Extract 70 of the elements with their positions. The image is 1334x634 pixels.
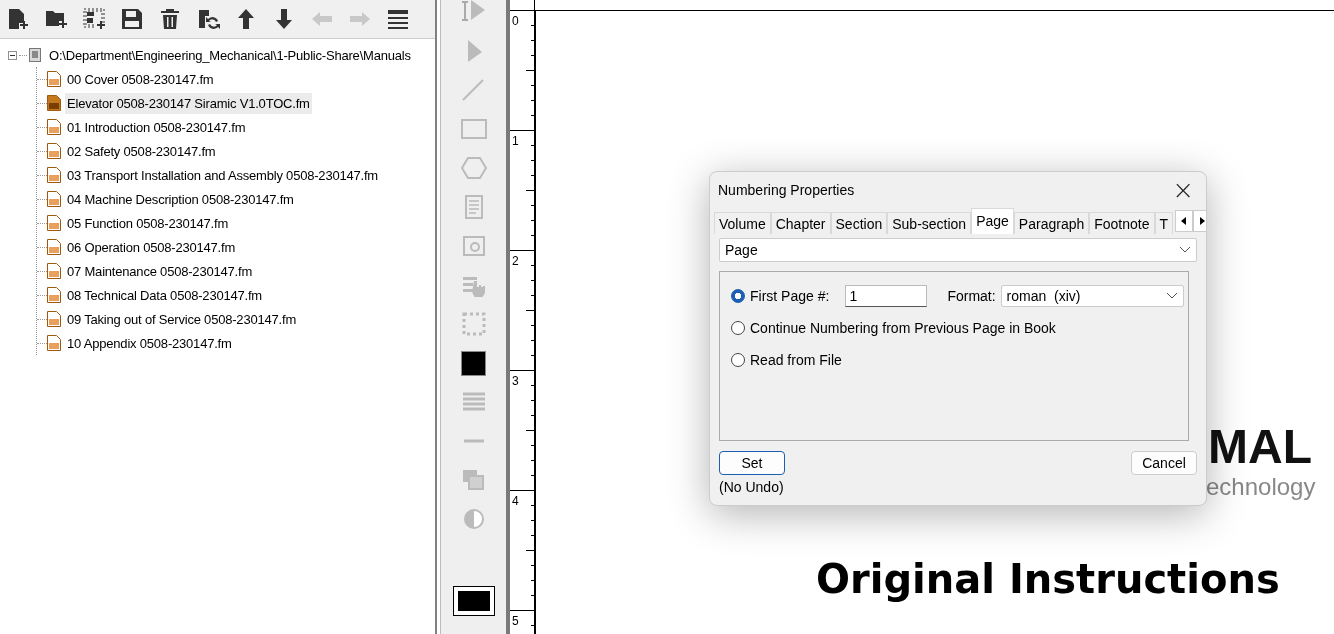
file-item[interactable]: 10 Appendix 0508-230147.fm (65, 332, 234, 354)
file-item[interactable]: 01 Introduction 0508-230147.fm (65, 116, 248, 138)
add-file-icon[interactable] (6, 7, 30, 31)
fill-color-swatch[interactable] (461, 351, 486, 376)
file-icon (47, 215, 61, 231)
ruler-number: 4 (512, 494, 519, 508)
file-item[interactable]: 07 Maintenance 0508-230147.fm (65, 260, 254, 282)
file-icon (47, 71, 61, 87)
option-label[interactable]: Read from File (750, 352, 842, 368)
ruler-number: 2 (512, 254, 519, 268)
trash-icon[interactable] (158, 7, 182, 31)
file-item[interactable]: 09 Taking out of Service 0508-230147.fm (65, 308, 298, 330)
refresh-icon[interactable] (196, 7, 220, 31)
file-icon (47, 287, 61, 303)
file-icon (47, 119, 61, 135)
tab[interactable]: Section (830, 212, 888, 234)
add-selection-icon[interactable] (82, 7, 106, 31)
ruler-number: 1 (512, 134, 519, 148)
file-icon (47, 263, 61, 279)
file-item[interactable]: 02 Safety 0508-230147.fm (65, 140, 218, 162)
logo-text: MAL (1208, 419, 1312, 474)
scroll-right-icon[interactable] (1193, 210, 1206, 232)
ruler-number: 0 (512, 14, 519, 28)
logo-subtext: echnology (1206, 473, 1316, 501)
radio-button[interactable] (731, 321, 745, 335)
cancel-button[interactable]: Cancel (1131, 451, 1197, 475)
file-item[interactable]: 06 Operation 0508-230147.fm (65, 236, 238, 258)
ruler-number: 3 (512, 374, 519, 388)
file-icon (47, 335, 61, 351)
no-undo-note: (No Undo) (719, 479, 785, 495)
book-path[interactable]: O:\Department\Engineering_Mechanical\1-Public-Share\Manuals (47, 44, 413, 66)
file-item[interactable]: 00 Cover 0508-230147.fm (65, 68, 216, 90)
book-icon (29, 48, 41, 62)
chevron-down-icon (1165, 292, 1178, 300)
chevron-down-icon (1179, 246, 1191, 254)
file-item[interactable]: Elevator 0508-230147 Siramic V1.0TOC.fm (65, 92, 312, 114)
tab[interactable]: Paragraph (1013, 212, 1090, 234)
tab[interactable]: Footnote (1089, 212, 1155, 234)
radio-button[interactable] (731, 353, 745, 367)
set-button[interactable]: Set (719, 451, 785, 475)
tab[interactable]: Chapter (770, 212, 831, 234)
first-page-field[interactable]: 1 (845, 285, 928, 307)
ruler-number: 5 (512, 614, 519, 628)
format-label: Format: (947, 288, 996, 304)
file-icon (47, 239, 61, 255)
file-icon (47, 311, 61, 327)
format-dropdown[interactable]: roman (xiv) (1000, 285, 1184, 307)
save-icon[interactable] (120, 7, 144, 31)
tab[interactable]: Sub-section (887, 212, 972, 234)
page-heading: Original Instructions (816, 556, 1280, 602)
tab[interactable]: Page (971, 208, 1014, 234)
file-item[interactable]: 03 Transport Installation and Assembly 0508-230147.fm (65, 164, 380, 186)
dialog-title: Numbering Properties (718, 182, 855, 198)
file-icon (47, 143, 61, 159)
tab[interactable]: Volume (714, 212, 771, 234)
type-dropdown[interactable]: Page (719, 238, 1197, 262)
close-button[interactable]: × (1168, 177, 1198, 203)
file-item[interactable]: 05 Function 0508-230147.fm (65, 212, 231, 234)
option-label[interactable]: Continue Numbering from Previous Page in Book (750, 320, 1056, 336)
file-icon (47, 95, 61, 111)
radio-button[interactable] (731, 289, 745, 303)
scroll-left-icon[interactable] (1175, 210, 1194, 232)
color-swatch[interactable] (452, 586, 495, 616)
file-icon (47, 167, 61, 183)
file-icon (47, 191, 61, 207)
menu-icon[interactable] (386, 7, 410, 31)
collapse-toggle[interactable] (8, 50, 17, 60)
file-item[interactable]: 04 Machine Description 0508-230147.fm (65, 188, 296, 210)
file-item[interactable]: 08 Technical Data 0508-230147.fm (65, 284, 264, 306)
option-label[interactable]: First Page #: (750, 288, 830, 304)
